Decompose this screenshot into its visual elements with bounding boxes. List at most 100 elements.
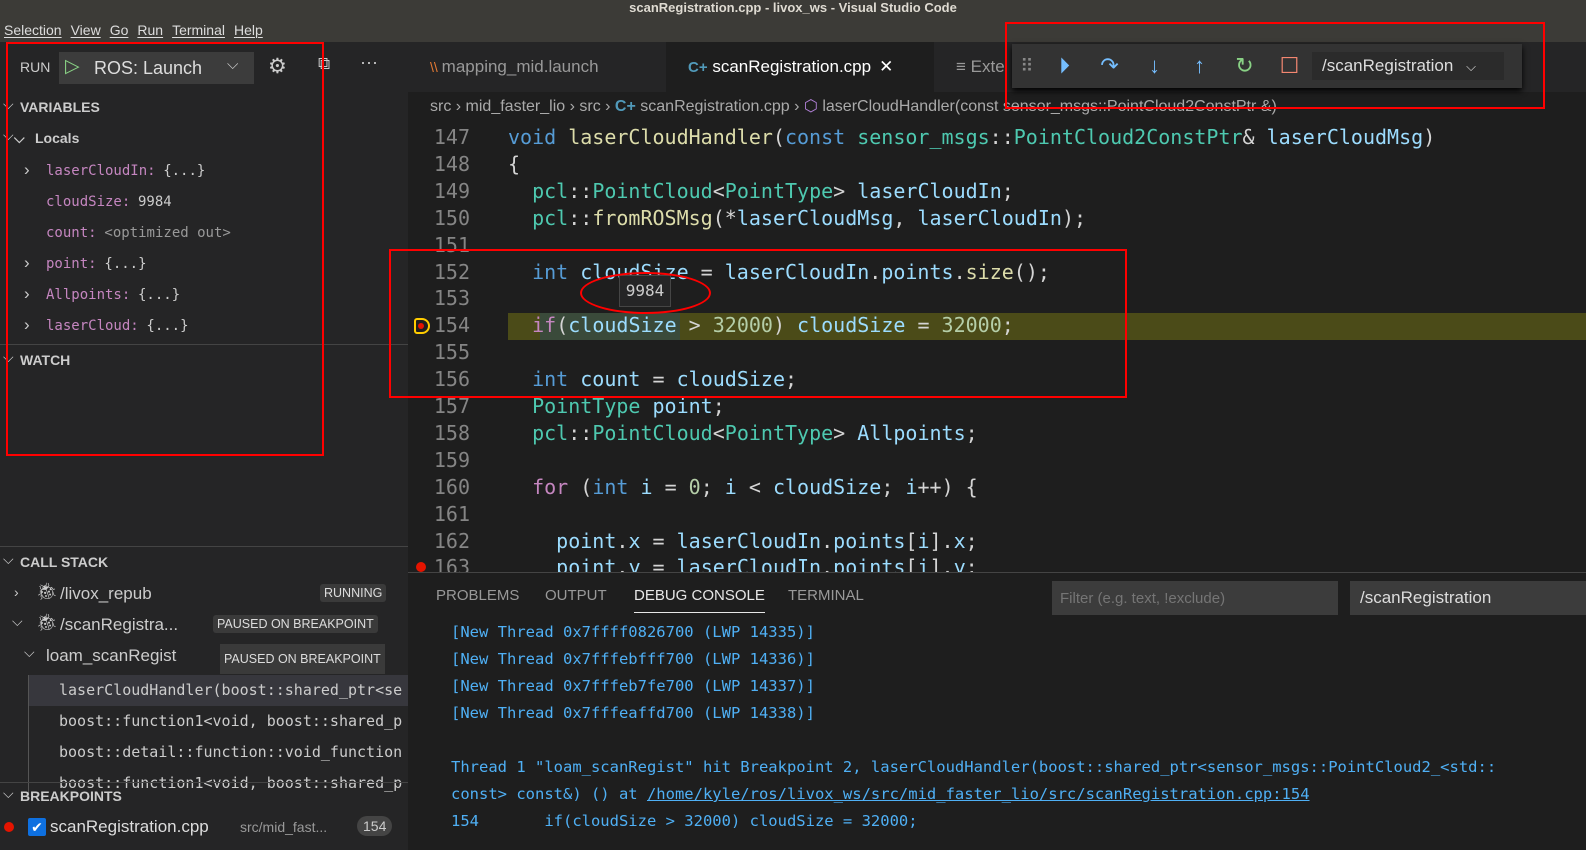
code-token: <: [736, 474, 773, 499]
continue-icon[interactable]: ⏵: [1042, 53, 1087, 79]
debug-session-select[interactable]: /scanRegistration ⌵: [1312, 52, 1504, 80]
locals-label: Locals: [35, 130, 80, 146]
tab-problems[interactable]: PROBLEMS: [436, 587, 519, 604]
code-token: =: [640, 367, 677, 392]
stack-frame[interactable]: boost::function1<void, boost::shared_p: [28, 706, 436, 737]
cpp-icon: C+: [614, 98, 636, 115]
console-session-select[interactable]: /scanRegistration: [1350, 581, 1586, 615]
code-token: i: [905, 474, 918, 499]
breadcrumb-item[interactable]: mid_faster_lio: [466, 98, 566, 115]
gear-icon[interactable]: ⚙: [268, 54, 287, 79]
variable-name: laserCloudIn:: [46, 163, 156, 179]
code-token: point: [556, 555, 617, 572]
variable-row[interactable]: cloudSize: 9984: [0, 191, 408, 213]
code-token: points: [833, 528, 906, 553]
step-into-icon[interactable]: ↓: [1132, 53, 1177, 79]
bug-icon: 🐞︎: [36, 582, 58, 601]
variables-header[interactable]: VARIABLES: [0, 96, 408, 115]
stack-frame[interactable]: laserCloudHandler(boost::shared_ptr<se: [28, 675, 436, 706]
code-token: int: [592, 474, 641, 499]
code-token: ;: [965, 528, 978, 553]
variable-value: <optimized out>: [104, 225, 231, 241]
code-token: i: [640, 474, 653, 499]
bug-icon: 🐞︎: [36, 613, 58, 632]
start-debug-icon[interactable]: ▷: [65, 55, 80, 78]
divider: [0, 344, 408, 345]
code-token: 0: [688, 474, 701, 499]
thread-loam-scanregist[interactable]: ⌵ loam_scanRegist PAUSED ON BREAKPOINT: [0, 644, 408, 674]
step-out-icon[interactable]: ↑: [1177, 53, 1222, 79]
step-over-icon[interactable]: ↷: [1087, 53, 1132, 79]
menu-run[interactable]: Run: [137, 22, 163, 38]
code-line: void laserCloudHandler(const sensor_msgs…: [508, 124, 1435, 151]
process-livox-repub[interactable]: › 🐞︎ /livox_repub RUNNING: [0, 582, 408, 608]
tab-debug-console[interactable]: DEBUG CONSOLE: [634, 587, 765, 613]
menu-view[interactable]: View: [71, 22, 101, 38]
breadcrumb-item[interactable]: laserCloudHandler(const sensor_msgs::Poi…: [822, 98, 1276, 115]
code-token: ;: [965, 555, 978, 572]
locals-scope[interactable]: ⌵ Locals: [0, 127, 408, 146]
menu-go[interactable]: Go: [110, 22, 129, 38]
tab-mapping-mid-launch[interactable]: \\ mapping_mid.launch: [408, 42, 666, 92]
code-token: &: [1242, 125, 1267, 149]
code-token: =: [652, 474, 689, 499]
menu-help[interactable]: Help: [234, 22, 263, 38]
console-line: [New Thread 0x7fffeaffd700 (LWP 14338)]: [451, 704, 815, 722]
stack-frame[interactable]: boost::detail::function::void_function: [28, 737, 436, 768]
code-token: laserCloudHandler: [568, 125, 773, 149]
close-icon[interactable]: ✕: [879, 57, 893, 76]
status-badge: PAUSED ON BREAKPOINT: [213, 615, 378, 633]
code-token: Allpoints: [857, 420, 966, 445]
restart-icon[interactable]: ↻: [1222, 53, 1267, 79]
menu-bar: Selection View Go Run Terminal Help: [0, 18, 1586, 42]
chevron-down-icon: ⌵: [12, 613, 23, 629]
console-filter-input[interactable]: [1052, 581, 1338, 615]
variable-row[interactable]: count: <optimized out>: [0, 222, 408, 244]
process-scanregistration[interactable]: ⌵ 🐞︎ /scanRegistra... PAUSED ON BREAKPOI…: [0, 613, 408, 639]
status-badge: PAUSED ON BREAKPOINT: [220, 644, 385, 674]
tab-scanregistration-cpp[interactable]: C+ scanRegistration.cpp ✕: [666, 42, 934, 92]
code-token: <: [712, 178, 725, 203]
code-token: =: [905, 313, 942, 338]
variable-row[interactable]: › laserCloud: {...}: [0, 315, 408, 337]
code-editor[interactable]: 147 void laserCloudHandler(const sensor_m…: [408, 122, 1586, 572]
code-token: ::: [568, 420, 593, 445]
line-number: 151: [433, 232, 470, 257]
breadcrumb-item[interactable]: src: [430, 98, 451, 115]
breadcrumb-item[interactable]: src: [579, 98, 600, 115]
more-actions-icon[interactable]: ···: [360, 52, 378, 73]
launch-config-select[interactable]: ▷ ROS: Launch ⌵: [59, 52, 254, 84]
code-token: fromROSMsg: [592, 205, 713, 230]
code-token: laserCloudIn: [857, 178, 1002, 203]
breakpoint-checkbox[interactable]: ✔: [28, 818, 46, 836]
watch-header[interactable]: WATCH: [0, 349, 408, 368]
drag-handle-icon[interactable]: ⠿: [1012, 56, 1042, 77]
hover-value-tooltip: 9984: [619, 275, 671, 307]
breakpoint-item[interactable]: ✔ scanRegistration.cpp src/mid_fast... 1…: [0, 815, 408, 841]
call-stack-header[interactable]: CALL STACK: [0, 551, 408, 570]
breadcrumb-item[interactable]: scanRegistration.cpp: [640, 98, 789, 115]
code-token: =: [640, 528, 677, 553]
menu-selection[interactable]: Selection: [4, 22, 62, 38]
breakpoints-header[interactable]: BREAKPOINTS: [0, 785, 408, 804]
code-token: const: [784, 125, 858, 149]
variable-row[interactable]: › point: {...}: [0, 253, 408, 275]
variable-row[interactable]: › Allpoints: {...}: [0, 284, 408, 306]
variable-row[interactable]: › laserCloudIn: {...}: [0, 160, 408, 182]
tab-label: Exte: [970, 57, 1005, 76]
stop-icon[interactable]: ☐: [1267, 53, 1312, 79]
code-token: ].: [929, 555, 954, 572]
console-line: Thread 1 "loam_scanRegist" hit Breakpoin…: [451, 758, 1497, 776]
variable-value: {...}: [138, 287, 181, 303]
tab-output[interactable]: OUTPUT: [545, 587, 607, 604]
code-token: i: [724, 474, 737, 499]
launch-config-label: ROS: Launch: [94, 58, 203, 78]
code-line: point.y = laserCloudIn.points[i].y;: [508, 554, 978, 572]
menu-terminal[interactable]: Terminal: [172, 22, 225, 38]
debug-console-icon[interactable]: ⧉: [318, 54, 330, 74]
tab-terminal[interactable]: TERMINAL: [788, 587, 864, 604]
source-link[interactable]: /home/kyle/ros/livox_ws/src/mid_faster_l…: [647, 785, 1310, 803]
